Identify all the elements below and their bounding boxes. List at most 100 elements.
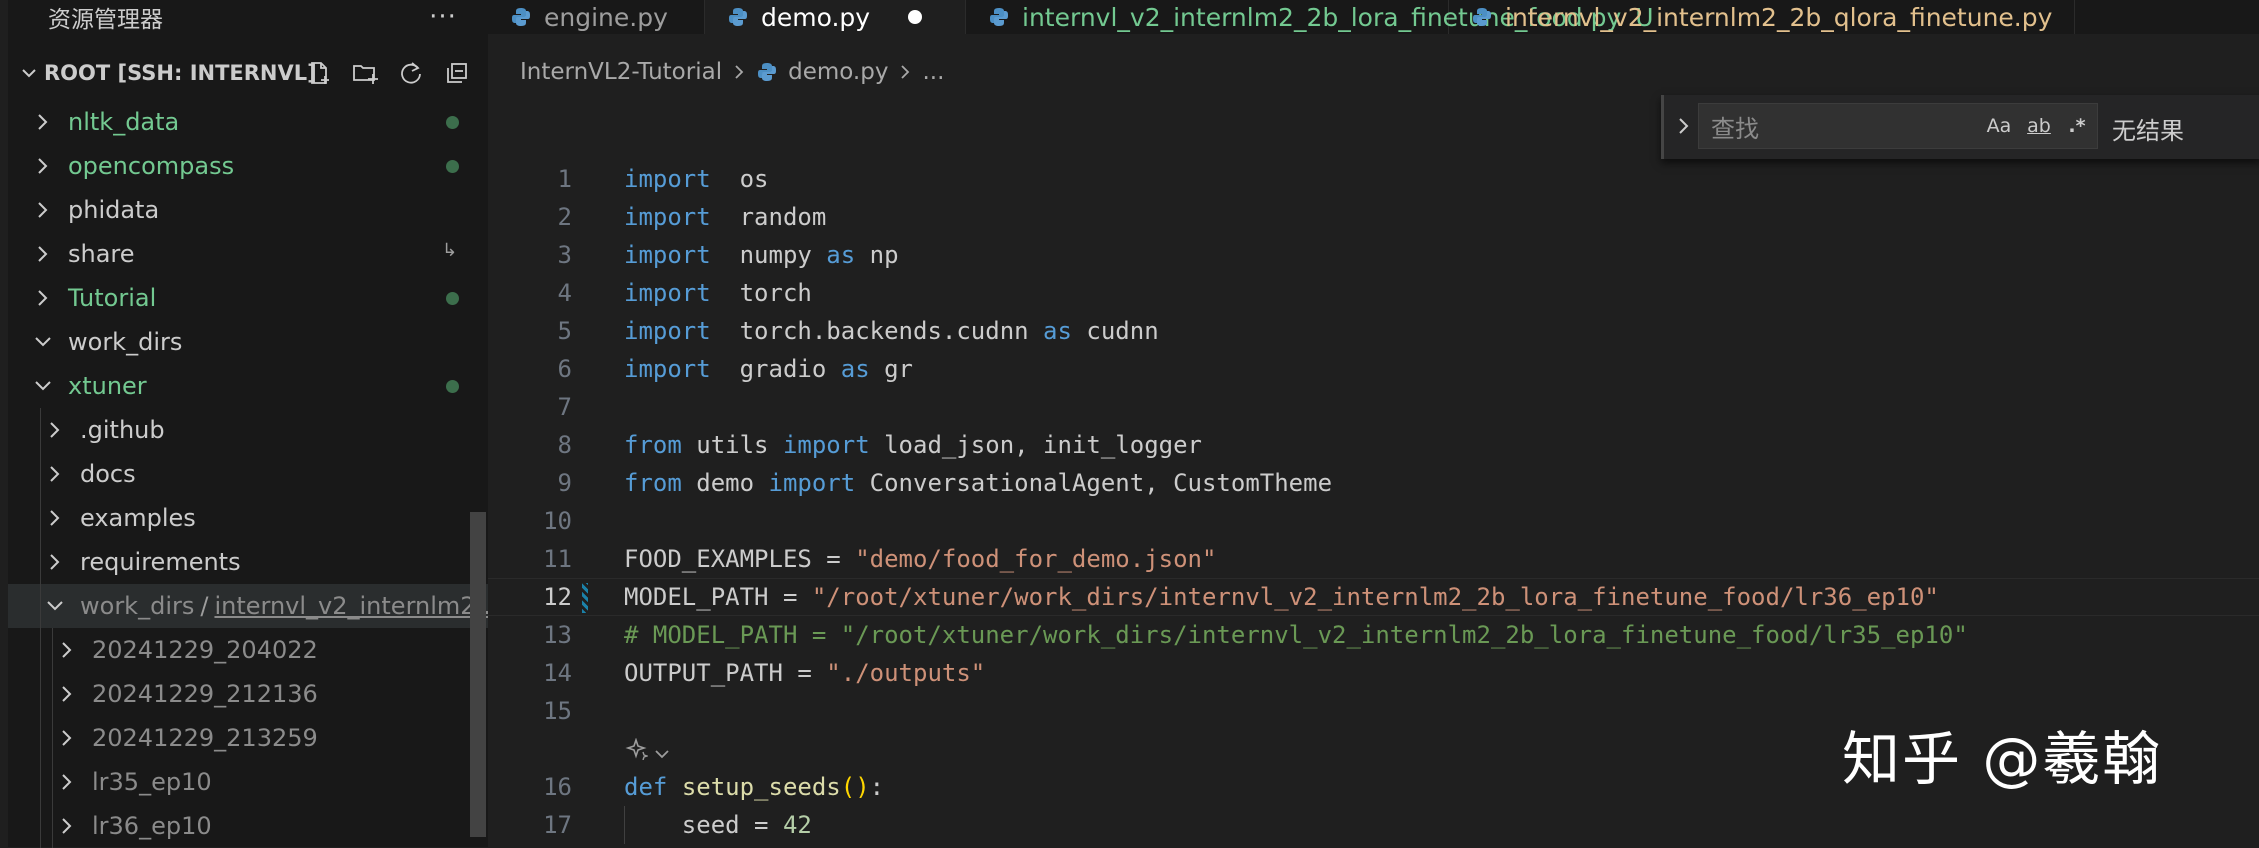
workspace-root-header[interactable]: ROOT [SSH: INTERNVL]: [8, 56, 488, 90]
chevron-right-icon: [32, 243, 54, 265]
tree-item[interactable]: 20241229_204022: [8, 628, 488, 672]
code-line[interactable]: 13 # MODEL_PATH = "/root/xtuner/work_dirs…: [488, 616, 2259, 654]
code-token: import: [624, 203, 711, 231]
code-token: import: [624, 241, 711, 269]
tree-item-label: 20241229_204022: [92, 636, 318, 664]
code-token: cudnn: [1071, 317, 1159, 345]
indent-guide: [40, 804, 41, 848]
tree-item[interactable]: 20241229_212136: [8, 672, 488, 716]
line-number: 4: [557, 279, 572, 307]
code-line[interactable]: 4 import torch: [488, 274, 2259, 312]
code-line[interactable]: 6 import gradio as gr: [488, 350, 2259, 388]
tree-item[interactable]: requirements: [8, 540, 488, 584]
breadcrumb-file[interactable]: demo.py: [788, 59, 888, 85]
unsaved-dot-icon[interactable]: [908, 10, 923, 24]
git-status-dot-icon: [446, 380, 459, 393]
breadcrumb-symbol[interactable]: ...: [922, 59, 944, 85]
editor-tabs: engine.py demo.py internvl_v2_internlm2_2b…: [488, 0, 2259, 34]
line-number: 17: [543, 811, 572, 839]
new-file-icon[interactable]: [302, 56, 336, 90]
tree-item-label: 20241229_213259: [92, 724, 318, 752]
toggle-replace-chevron-icon[interactable]: [1676, 115, 1692, 141]
whole-word-toggle[interactable]: ab: [2020, 109, 2058, 143]
tree-item[interactable]: work_dirs: [8, 320, 488, 364]
code-line[interactable]: 12 MODEL_PATH = "/root/xtuner/work_dirs/i…: [488, 578, 2259, 616]
tree-item[interactable]: xtuner: [8, 364, 488, 408]
tree-item-label: Tutorial: [68, 284, 157, 312]
line-number: 11: [543, 545, 572, 573]
codelens-actions[interactable]: [624, 737, 670, 766]
line-number: 10: [543, 507, 572, 535]
chevron-right-icon: [56, 727, 78, 749]
tree-item[interactable]: phidata: [8, 188, 488, 232]
refresh-icon[interactable]: [394, 56, 428, 90]
sidebar-scrollbar[interactable]: [470, 512, 486, 837]
line-number: 16: [543, 773, 572, 801]
indent-guide: [40, 628, 41, 672]
code-text: from demo import ConversationalAgent, Cu…: [624, 469, 1332, 497]
code-line[interactable]: 8 from utils import load_json, init_logge…: [488, 426, 2259, 464]
tree-item[interactable]: work_dirs / internvl_v2_internlm2...: [8, 584, 488, 628]
modified-line-gutter[interactable]: [582, 583, 588, 613]
indent-guide: [40, 540, 41, 584]
tree-item-label: requirements: [80, 548, 241, 576]
breadcrumb-folder[interactable]: InternVL2-Tutorial: [520, 59, 722, 85]
code-text: import torch: [624, 279, 812, 307]
workspace-root-label: ROOT [SSH: INTERNVL]: [44, 61, 317, 85]
tree-item[interactable]: .github: [8, 408, 488, 452]
more-actions-icon[interactable]: ···: [426, 0, 460, 34]
code-line[interactable]: 11 FOOD_EXAMPLES = "demo/food_for_demo.js…: [488, 540, 2259, 578]
tree-item[interactable]: opencompass: [8, 144, 488, 188]
indent-guide: [40, 716, 41, 760]
code-line[interactable]: 10: [488, 502, 2259, 540]
tree-item[interactable]: 20241229_213259: [8, 716, 488, 760]
tree-item[interactable]: docs: [8, 452, 488, 496]
python-file-icon: [727, 6, 761, 28]
line-number: 6: [557, 355, 572, 383]
code-line[interactable]: 5 import torch.backends.cudnn as cudnn: [488, 312, 2259, 350]
tree-item-label: xtuner: [68, 372, 147, 400]
sparkle-icon[interactable]: [624, 737, 650, 766]
chevron-right-icon: [732, 63, 746, 81]
code-token: random: [710, 203, 827, 231]
tree-item[interactable]: share ↳: [8, 232, 488, 276]
code-line[interactable]: 2 import random: [488, 198, 2259, 236]
tree-item[interactable]: Tutorial: [8, 276, 488, 320]
match-case-toggle[interactable]: Aa: [1982, 109, 2016, 143]
code-line[interactable]: 17 seed = 42: [488, 806, 2259, 844]
code-token: FOOD_EXAMPLES =: [624, 545, 856, 573]
tree-item-label: work_dirs: [68, 328, 183, 356]
tree-item[interactable]: examples: [8, 496, 488, 540]
code-line[interactable]: 9 from demo import ConversationalAgent, C…: [488, 464, 2259, 502]
regex-toggle[interactable]: .*: [2060, 109, 2094, 143]
chevron-right-icon: [44, 463, 66, 485]
tree-item[interactable]: lr35_ep10: [8, 760, 488, 804]
code-token: (): [840, 773, 870, 801]
editor-tab[interactable]: engine.py: [488, 0, 705, 34]
file-tree: nltk_data opencompass phidata share ↳ Tutoria…: [8, 100, 488, 848]
code-line[interactable]: 14 OUTPUT_PATH = "./outputs": [488, 654, 2259, 692]
compact-folder-segment[interactable]: internvl_v2_internlm2...: [214, 592, 488, 620]
editor-tab[interactable]: internvl_v2_internlm2_2b_qlora_finetune.…: [1449, 0, 2076, 34]
tree-item[interactable]: lr36_ep10: [8, 804, 488, 848]
tree-item[interactable]: nltk_data: [8, 100, 488, 144]
new-folder-icon[interactable]: [348, 56, 382, 90]
code-token: np: [855, 241, 899, 269]
tree-item-label: nltk_data: [68, 108, 180, 136]
code-token: load_json, init_logger: [869, 431, 1202, 459]
editor-tab[interactable]: demo.py: [705, 0, 966, 34]
chevron-right-icon: [898, 63, 912, 81]
code-line[interactable]: 1 import os: [488, 160, 2259, 198]
line-number: 15: [543, 697, 572, 725]
collapse-all-icon[interactable]: [440, 56, 474, 90]
code-token: import: [768, 469, 856, 497]
line-number: 5: [557, 317, 572, 345]
code-line[interactable]: 7: [488, 388, 2259, 426]
chevron-down-icon: [44, 595, 66, 617]
chevron-down-icon[interactable]: [654, 738, 670, 766]
compact-folder-separator: /: [200, 592, 209, 620]
indent-guide: [52, 716, 53, 760]
code-line[interactable]: 3 import numpy as np: [488, 236, 2259, 274]
editor-tab[interactable]: internvl_v2_internlm2_2b_lora_finetune_f…: [966, 0, 1654, 34]
